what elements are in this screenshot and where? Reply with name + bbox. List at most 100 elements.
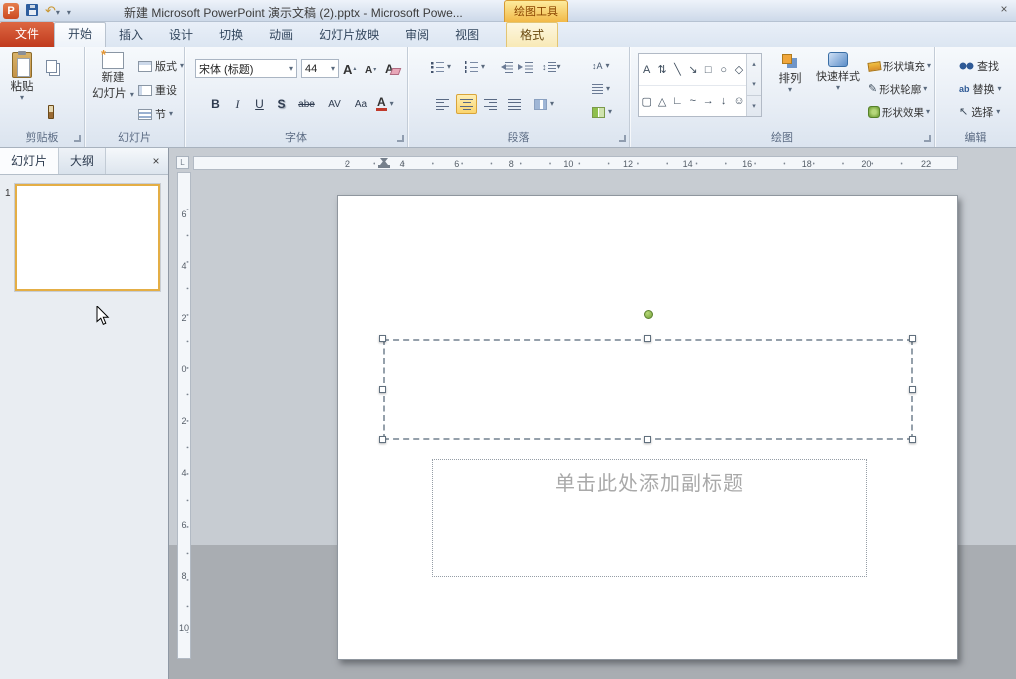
find-button[interactable]: 查找 xyxy=(959,56,999,76)
shape-down-arrow-icon[interactable]: ↓ xyxy=(716,95,731,107)
contextual-tab-header: 绘图工具 xyxy=(504,0,568,22)
bold-button[interactable]: B xyxy=(205,94,226,114)
resize-handle-se[interactable] xyxy=(909,436,916,443)
font-name-combo[interactable]: 宋体 (标题) ▾ xyxy=(195,59,297,78)
tab-home[interactable]: 开始 xyxy=(54,22,106,47)
shape-fill-button[interactable]: 形状填充 ▾ xyxy=(868,56,931,76)
resize-handle-s[interactable] xyxy=(644,436,651,443)
shape-arrow-icon[interactable]: ↘ xyxy=(685,63,700,76)
resize-handle-nw[interactable] xyxy=(379,335,386,342)
grow-font-button[interactable]: A ▴ xyxy=(343,59,356,79)
reset-button[interactable]: 重设 xyxy=(138,80,177,100)
shape-vertical-textbox-icon[interactable]: ⇅ xyxy=(654,63,669,76)
select-button[interactable]: ↖ 选择 ▾ xyxy=(959,102,1000,122)
clipboard-dialog-launcher-icon[interactable] xyxy=(74,135,81,142)
shape-rectangle-icon[interactable]: □ xyxy=(701,64,716,76)
clear-formatting-button[interactable]: A xyxy=(385,59,394,79)
panel-tab-bar: 幻灯片 大纲 × xyxy=(0,148,168,175)
undo-button[interactable]: ↶▾ xyxy=(45,4,60,18)
tab-slideshow[interactable]: 幻灯片放映 xyxy=(306,23,392,47)
increase-indent-icon xyxy=(518,62,533,73)
numbering-button[interactable]: ▾ xyxy=(464,57,485,77)
horizontal-ruler[interactable]: 2 4 6 8 10 12 14 16 18 20 22 xyxy=(193,156,958,170)
window-close-button[interactable]: × xyxy=(996,2,1012,16)
save-button[interactable] xyxy=(26,4,38,19)
title-placeholder[interactable] xyxy=(383,339,913,440)
font-dialog-launcher-icon[interactable] xyxy=(397,135,404,142)
panel-close-button[interactable]: × xyxy=(144,148,168,174)
subtitle-placeholder[interactable]: 单击此处添加副标题 xyxy=(432,459,867,577)
align-text-button[interactable]: ▾ xyxy=(592,79,610,99)
columns-button[interactable]: ▾ xyxy=(534,94,554,114)
shrink-font-button[interactable]: A ▾ xyxy=(365,60,376,80)
tab-insert[interactable]: 插入 xyxy=(106,23,156,47)
tab-format[interactable]: 格式 xyxy=(506,22,558,47)
drawing-dialog-launcher-icon[interactable] xyxy=(924,135,931,142)
shape-effects-icon xyxy=(868,106,880,118)
resize-handle-n[interactable] xyxy=(644,335,651,342)
slide-thumbnail[interactable] xyxy=(15,184,160,291)
change-case-button[interactable]: Aa xyxy=(349,94,373,114)
replace-button[interactable]: ab 替换 ▾ xyxy=(959,79,1002,99)
shape-outline-button[interactable]: ✎ 形状轮廓 ▾ xyxy=(868,79,927,99)
increase-indent-button[interactable] xyxy=(518,57,533,77)
strikethrough-button[interactable]: abe xyxy=(293,94,320,114)
panel-tab-outline[interactable]: 大纲 xyxy=(59,148,106,174)
align-left-button[interactable] xyxy=(432,94,453,114)
vertical-ruler[interactable]: 6 4 2 0 2 4 6 8 10 xyxy=(177,172,191,659)
rotation-handle[interactable] xyxy=(644,310,653,319)
left-indent-marker[interactable] xyxy=(378,165,390,168)
font-color-button[interactable]: A ▾ xyxy=(376,94,394,114)
quick-styles-button[interactable]: 快速样式 ▾ xyxy=(813,52,863,92)
format-painter-button[interactable] xyxy=(48,105,54,119)
italic-button[interactable]: I xyxy=(227,94,248,114)
underline-button[interactable]: U xyxy=(249,94,270,114)
convert-to-smartart-button[interactable]: ▾ xyxy=(592,102,612,122)
paragraph-dialog-launcher-icon[interactable] xyxy=(619,135,626,142)
font-size-combo[interactable]: 44 ▾ xyxy=(301,59,339,78)
layout-button[interactable]: 版式 ▾ xyxy=(138,56,184,76)
text-direction-button[interactable]: ↕A ▾ xyxy=(592,56,610,76)
tab-file[interactable]: 文件 xyxy=(0,22,54,47)
qat-customize-button[interactable]: ▾ xyxy=(67,4,71,18)
align-center-button[interactable] xyxy=(456,94,477,114)
panel-tab-slides[interactable]: 幻灯片 xyxy=(0,148,59,174)
copy-button[interactable] xyxy=(46,60,57,73)
tab-animations[interactable]: 动画 xyxy=(256,23,306,47)
shape-effects-button[interactable]: 形状效果 ▾ xyxy=(868,102,930,122)
align-right-button[interactable] xyxy=(480,94,501,114)
shape-outline-caret-icon: ▾ xyxy=(923,85,927,93)
resize-handle-e[interactable] xyxy=(909,386,916,393)
tab-view[interactable]: 视图 xyxy=(442,23,492,47)
bullets-button[interactable]: ▾ xyxy=(430,57,451,77)
gallery-scroll-down-button[interactable]: ▾ xyxy=(747,74,761,94)
resize-handle-ne[interactable] xyxy=(909,335,916,342)
resize-handle-w[interactable] xyxy=(379,386,386,393)
shape-triangle-icon[interactable]: △ xyxy=(654,95,669,108)
gallery-more-button[interactable]: ▾ xyxy=(747,95,761,116)
powerpoint-app-icon[interactable]: P xyxy=(3,3,19,19)
paste-button[interactable]: 粘贴 ▾ xyxy=(4,52,40,102)
shape-curve-icon[interactable]: ~ xyxy=(685,95,700,107)
gallery-scroll-up-button[interactable]: ▴ xyxy=(747,54,761,74)
tab-review[interactable]: 审阅 xyxy=(392,23,442,47)
tab-transitions[interactable]: 切换 xyxy=(206,23,256,47)
section-button[interactable]: 节 ▾ xyxy=(138,104,173,124)
shape-oval-icon[interactable]: ○ xyxy=(716,64,731,76)
decrease-indent-button[interactable] xyxy=(498,57,513,77)
shape-rounded-rectangle-icon[interactable]: ▢ xyxy=(639,95,654,108)
shape-right-arrow-icon[interactable]: → xyxy=(701,95,716,107)
shape-smiley-icon[interactable]: ☺ xyxy=(731,95,746,107)
character-spacing-button[interactable]: AV xyxy=(322,94,347,114)
justify-button[interactable] xyxy=(504,94,525,114)
text-shadow-button[interactable]: S xyxy=(271,94,292,114)
shape-textbox-icon[interactable]: A xyxy=(639,64,654,76)
tab-design[interactable]: 设计 xyxy=(156,23,206,47)
line-spacing-button[interactable]: ↕ ▾ xyxy=(542,57,561,77)
shape-right-angle-icon[interactable]: ∟ xyxy=(670,95,685,107)
arrange-button[interactable]: 排列 ▾ xyxy=(770,52,810,94)
shape-diamond-icon[interactable]: ◇ xyxy=(731,63,746,76)
new-slide-button[interactable]: 新建 幻灯片 ▾ xyxy=(90,52,136,101)
shape-line-icon[interactable]: ╲ xyxy=(670,63,685,76)
resize-handle-sw[interactable] xyxy=(379,436,386,443)
